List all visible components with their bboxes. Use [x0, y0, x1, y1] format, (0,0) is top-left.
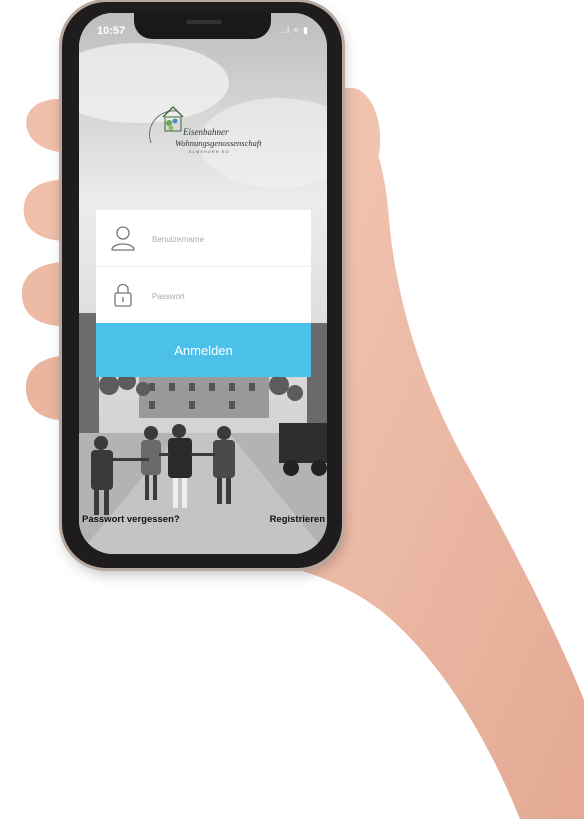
lock-icon — [114, 283, 132, 307]
login-button[interactable]: Anmelden — [96, 323, 311, 377]
status-icons: ..l ≈ ▮ — [280, 25, 309, 35]
logo-text-line2: Wohnungsgenossenschaft — [175, 138, 262, 148]
register-link[interactable]: Registrieren — [270, 514, 325, 525]
username-input[interactable] — [150, 228, 304, 250]
forgot-password-link[interactable]: Passwort vergessen? — [82, 514, 180, 525]
app-screen: 10:57 ..l ≈ ▮ Eisenbahner Wohnungsgenoss… — [79, 13, 327, 554]
password-input[interactable] — [150, 285, 304, 307]
user-icon — [111, 226, 135, 251]
logo-text-line1: Eisenbahner — [183, 127, 229, 137]
password-field-row — [96, 267, 311, 323]
phone-notch — [134, 13, 271, 39]
logo-text-line3: ELMSHORN EG — [189, 149, 230, 154]
username-field-row — [96, 210, 311, 267]
status-time: 10:57 — [97, 25, 126, 37]
company-logo: Eisenbahner Wohnungsgenossenschaft ELMSH… — [141, 103, 271, 154]
speaker-grille — [186, 20, 222, 24]
product-scene: 10:57 ..l ≈ ▮ Eisenbahner Wohnungsgenoss… — [0, 0, 584, 819]
login-card — [96, 210, 311, 323]
